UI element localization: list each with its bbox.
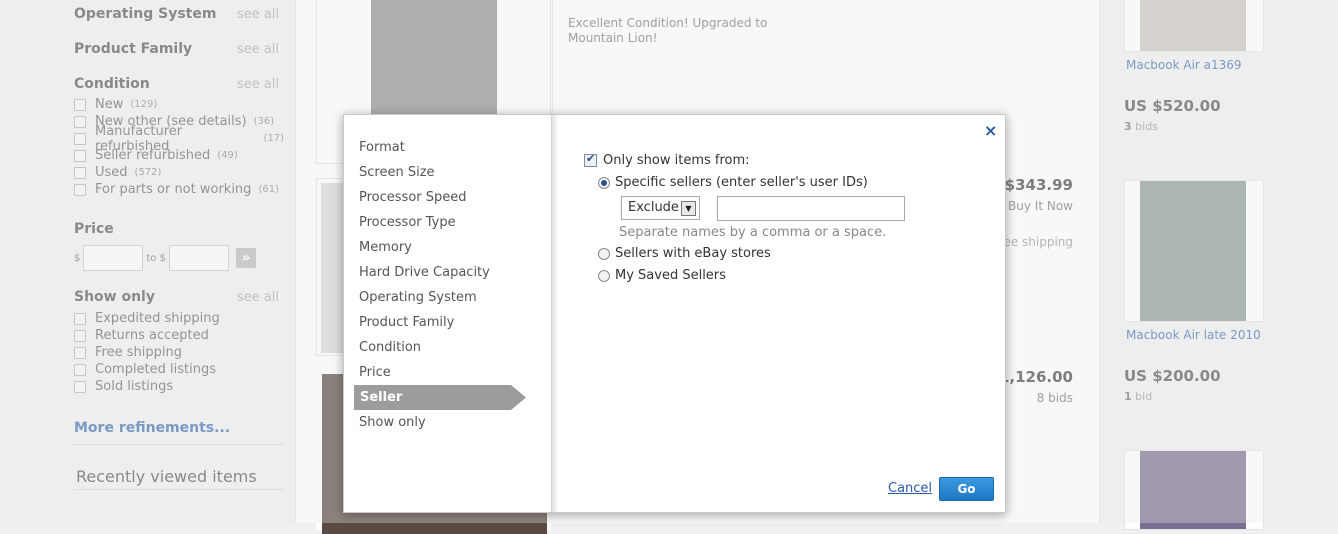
nav-item-screen-size[interactable]: Screen Size [359, 160, 435, 185]
select-value: Exclude [628, 200, 679, 215]
saved-sellers-radio[interactable] [598, 269, 610, 282]
nav-item-show-only[interactable]: Show only [359, 410, 426, 435]
nav-item-product-family[interactable]: Product Family [359, 310, 454, 335]
specific-sellers-option[interactable]: Specific sellers (enter seller's user ID… [598, 175, 868, 190]
go-button[interactable]: Go [939, 477, 994, 501]
nav-item-seller-selected[interactable]: Seller [354, 385, 526, 410]
only-show-items-option[interactable]: Only show items from: [584, 152, 750, 168]
specific-sellers-radio[interactable] [598, 176, 610, 189]
seller-ids-input[interactable] [717, 196, 905, 221]
nav-item-memory[interactable]: Memory [359, 235, 412, 260]
nav-item-hard-drive-capacity[interactable]: Hard Drive Capacity [359, 260, 490, 285]
include-exclude-select[interactable]: Exclude ▼ [621, 196, 700, 220]
refinement-dialog: Format Screen Size Processor Speed Proce… [343, 114, 1006, 513]
ebay-stores-radio[interactable] [598, 247, 610, 260]
saved-sellers-label: My Saved Sellers [615, 268, 726, 283]
ebay-stores-option[interactable]: Sellers with eBay stores [598, 246, 771, 261]
chevron-down-icon[interactable]: ▼ [681, 201, 696, 216]
only-show-checkbox[interactable] [584, 152, 597, 167]
ebay-stores-label: Sellers with eBay stores [615, 246, 771, 261]
saved-sellers-option[interactable]: My Saved Sellers [598, 268, 726, 283]
dialog-nav: Format Screen Size Processor Speed Proce… [344, 115, 557, 512]
nav-item-price[interactable]: Price [359, 360, 391, 385]
cancel-link[interactable]: Cancel [888, 481, 932, 496]
nav-item-format[interactable]: Format [359, 135, 405, 160]
nav-item-processor-speed[interactable]: Processor Speed [359, 185, 467, 210]
close-icon[interactable]: × [984, 121, 997, 140]
only-show-label: Only show items from: [603, 153, 750, 168]
nav-item-operating-system[interactable]: Operating System [359, 285, 477, 310]
specific-sellers-label: Specific sellers (enter seller's user ID… [615, 175, 868, 190]
seller-input-hint: Separate names by a comma or a space. [619, 225, 887, 240]
nav-item-processor-type[interactable]: Processor Type [359, 210, 456, 235]
nav-item-condition[interactable]: Condition [359, 335, 421, 360]
